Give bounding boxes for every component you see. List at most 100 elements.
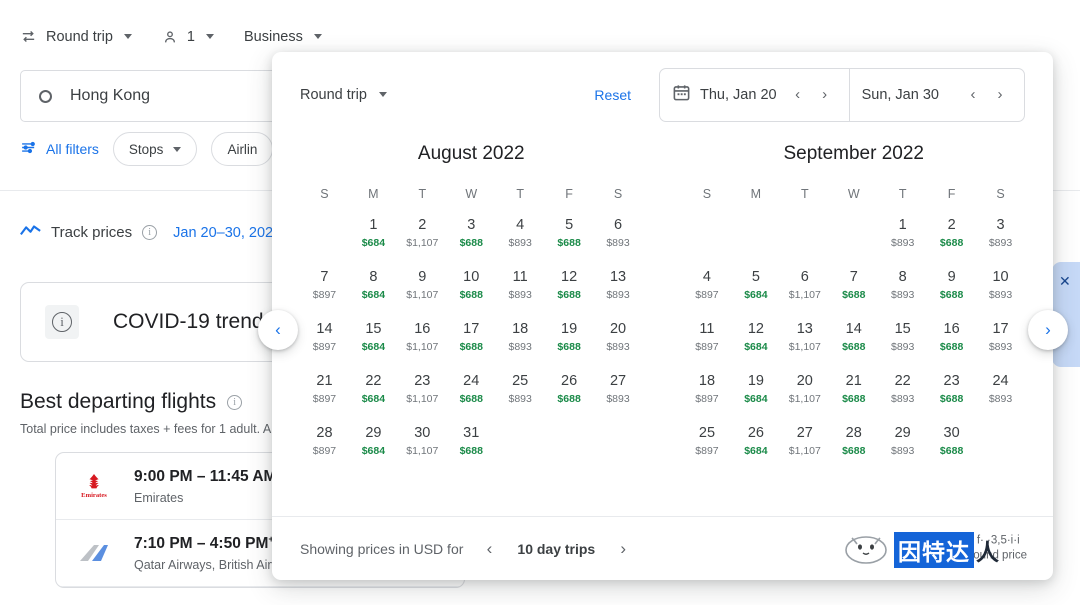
calendar-day-cell[interactable]: 4 $893 xyxy=(496,217,545,269)
airlines-filter-chip[interactable]: Airlin xyxy=(211,132,274,166)
calendar-day-cell[interactable]: 3 $893 xyxy=(976,217,1025,269)
calendar-day-cell[interactable]: 16 $1,107 xyxy=(398,321,447,373)
calendar-day-cell[interactable]: 8 $893 xyxy=(878,269,927,321)
calendar-day-cell[interactable]: 16 $688 xyxy=(927,321,976,373)
calendar-day-cell[interactable]: 20 $1,107 xyxy=(780,373,829,425)
calendar-day-cell[interactable]: 15 $893 xyxy=(878,321,927,373)
track-prices-dates[interactable]: Jan 20–30, 202 xyxy=(173,225,273,241)
calendar-day-cell[interactable]: 27 $893 xyxy=(594,373,643,425)
calendar-day-cell[interactable]: 12 $684 xyxy=(731,321,780,373)
calendar-day-cell[interactable]: 14 $897 xyxy=(300,321,349,373)
previous-month-button[interactable]: ‹ xyxy=(258,310,298,350)
calendar-day-cell[interactable]: 10 $688 xyxy=(447,269,496,321)
info-icon[interactable]: i xyxy=(142,225,158,240)
cabin-class-selector[interactable]: Business xyxy=(244,29,322,45)
calendar-day-cell[interactable]: 19 $684 xyxy=(731,373,780,425)
calendar-day-cell[interactable]: 3 $688 xyxy=(447,217,496,269)
calendar-day-cell[interactable]: 24 $893 xyxy=(976,373,1025,425)
calendar-day-cell[interactable]: 10 $893 xyxy=(976,269,1025,321)
depart-date-field[interactable]: Thu, Jan 20 ‹ › xyxy=(660,69,849,121)
calendar-day-cell[interactable]: 31 $688 xyxy=(447,425,496,477)
day-price: $893 xyxy=(988,340,1013,353)
calendar-day-cell[interactable]: 25 $893 xyxy=(496,373,545,425)
calendar-day-cell[interactable]: 11 $897 xyxy=(683,321,732,373)
emirates-logo: Emirates xyxy=(76,471,112,501)
calendar-day-cell[interactable]: 5 $688 xyxy=(545,217,594,269)
flight-airline: Qatar Airways, British Airway xyxy=(134,557,294,572)
return-date-field[interactable]: Sun, Jan 30 ‹ › xyxy=(848,68,1024,121)
calendar-day-cell[interactable]: 18 $897 xyxy=(683,373,732,425)
day-number: 13 xyxy=(609,269,627,285)
day-number: 27 xyxy=(796,425,813,441)
calendar-day-cell[interactable]: 14 $688 xyxy=(829,321,878,373)
all-filters-label: All filters xyxy=(46,141,99,157)
calendar-day-cell[interactable]: 6 $893 xyxy=(594,217,643,269)
calendar-day-cell[interactable]: 2 $688 xyxy=(927,217,976,269)
calendar-day-cell[interactable]: 30 $1,107 xyxy=(398,425,447,477)
calendar-day-cell[interactable]: 21 $688 xyxy=(829,373,878,425)
calendar-day-cell[interactable]: 7 $897 xyxy=(300,269,349,321)
return-prev-day-button[interactable]: ‹ xyxy=(961,83,985,107)
day-price: $893 xyxy=(606,340,630,353)
calendar-day-cell[interactable]: 6 $1,107 xyxy=(780,269,829,321)
calendar-day-cell[interactable]: 28 $688 xyxy=(829,425,878,477)
calendar-day-cell[interactable]: 27 $1,107 xyxy=(780,425,829,477)
calendar-day-cell[interactable]: 28 $897 xyxy=(300,425,349,477)
calendar-day-cell[interactable]: 17 $688 xyxy=(447,321,496,373)
info-icon[interactable]: i xyxy=(227,394,243,410)
calendar-day-cell[interactable]: 23 $688 xyxy=(927,373,976,425)
calendar-day-cell[interactable]: 18 $893 xyxy=(496,321,545,373)
calendar-day-cell[interactable]: 2 $1,107 xyxy=(398,217,447,269)
calendar-day-cell[interactable]: 19 $688 xyxy=(545,321,594,373)
trip-type-selector[interactable]: Round trip xyxy=(20,28,132,45)
calendar-day-cell[interactable]: 20 $893 xyxy=(594,321,643,373)
calendar-day-cell[interactable]: 13 $1,107 xyxy=(780,321,829,373)
calendar-day-cell[interactable]: 21 $897 xyxy=(300,373,349,425)
calendar-day-cell[interactable]: 11 $893 xyxy=(496,269,545,321)
close-icon[interactable]: ✕ xyxy=(1059,274,1071,288)
depart-next-day-button[interactable]: › xyxy=(813,83,837,107)
day-price: $897 xyxy=(312,340,337,353)
calendar-day-cell[interactable]: 15 $684 xyxy=(349,321,398,373)
next-month-button[interactable]: › xyxy=(1028,310,1068,350)
calendar-day-cell[interactable]: 29 $893 xyxy=(878,425,927,477)
all-filters-button[interactable]: All filters xyxy=(20,139,99,159)
day-number: 25 xyxy=(512,373,529,389)
calendar-day-cell[interactable]: 8 $684 xyxy=(349,269,398,321)
depart-prev-day-button[interactable]: ‹ xyxy=(786,83,810,107)
flight-time-text: 9:00 PM – 11:45 AM xyxy=(134,468,277,486)
reset-button[interactable]: Reset xyxy=(594,87,631,103)
calendar-day-cell[interactable]: 13 $893 xyxy=(594,269,643,321)
footer-prefix-label: Showing prices in USD for xyxy=(300,540,464,557)
day-price: $893 xyxy=(606,392,630,405)
day-number: 21 xyxy=(316,373,333,389)
calendar-day-cell[interactable]: 1 $893 xyxy=(878,217,927,269)
day-number: 9 xyxy=(418,269,427,285)
calendar-day-cell[interactable]: 5 $684 xyxy=(731,269,780,321)
calendar-day-cell[interactable]: 9 $688 xyxy=(927,269,976,321)
calendar-day-cell[interactable]: 17 $893 xyxy=(976,321,1025,373)
weekday-header: F xyxy=(565,187,573,201)
calendar-day-cell[interactable]: 22 $893 xyxy=(878,373,927,425)
calendar-day-cell[interactable]: 7 $688 xyxy=(829,269,878,321)
calendar-day-cell[interactable]: 22 $684 xyxy=(349,373,398,425)
calendar-day-cell[interactable]: 9 $1,107 xyxy=(398,269,447,321)
picker-trip-type-selector[interactable]: Round trip xyxy=(300,87,387,103)
calendar-day-cell[interactable]: 26 $684 xyxy=(731,425,780,477)
trip-length-prev-button[interactable]: ‹ xyxy=(477,537,501,561)
calendar-day-cell[interactable]: 25 $897 xyxy=(683,425,732,477)
trip-length-next-button[interactable]: › xyxy=(611,537,635,561)
calendar-day-cell[interactable]: 29 $684 xyxy=(349,425,398,477)
calendar-day-cell[interactable]: 4 $897 xyxy=(683,269,732,321)
stops-filter-chip[interactable]: Stops xyxy=(112,132,198,166)
flight-times: 9:00 PM – 11:45 AM+2 xyxy=(134,467,287,486)
passenger-selector[interactable]: 1 xyxy=(162,29,214,45)
calendar-day-cell[interactable]: 26 $688 xyxy=(545,373,594,425)
calendar-day-cell[interactable]: 12 $688 xyxy=(545,269,594,321)
calendar-day-cell[interactable]: 24 $688 xyxy=(447,373,496,425)
return-next-day-button[interactable]: › xyxy=(988,83,1012,107)
calendar-day-cell[interactable]: 30 $688 xyxy=(927,425,976,477)
calendar-day-cell[interactable]: 1 $684 xyxy=(349,217,398,269)
watermark-mascot-icon xyxy=(840,532,892,568)
calendar-day-cell[interactable]: 23 $1,107 xyxy=(398,373,447,425)
